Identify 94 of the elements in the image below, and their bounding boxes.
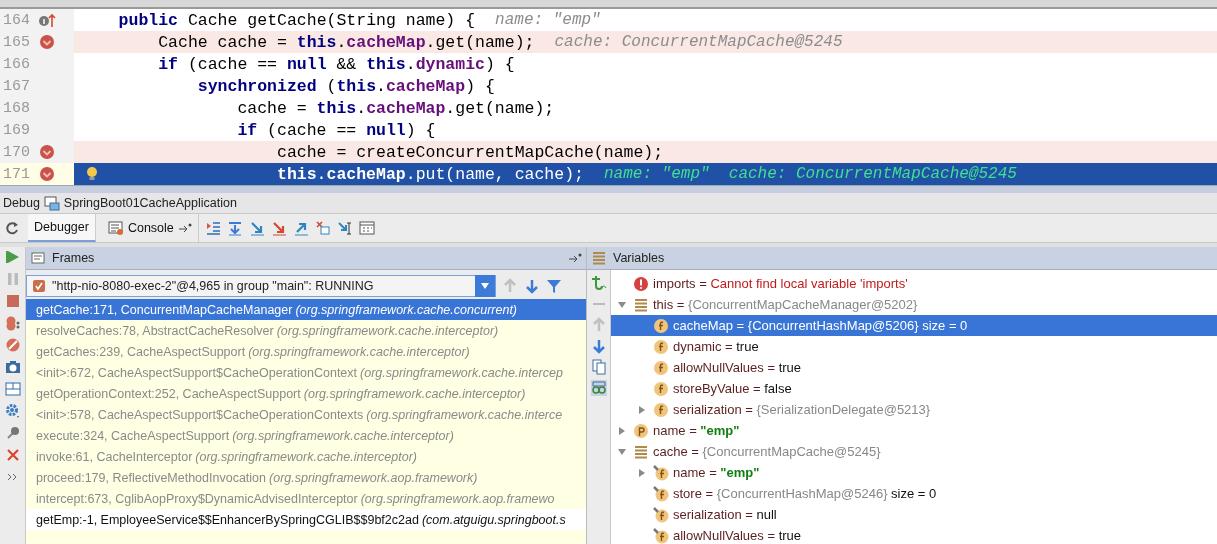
breakpoint-icon[interactable]	[39, 34, 55, 50]
field-icon	[653, 338, 669, 355]
line-number: 167	[2, 77, 30, 95]
field-icon	[653, 317, 669, 334]
stop-icon[interactable]	[4, 293, 21, 309]
console-icon	[107, 220, 124, 236]
final-field-icon	[653, 464, 669, 481]
code-line: if (cache == null && this.dynamic) {	[158, 54, 515, 74]
variable-row[interactable]: storeByValue = false	[611, 378, 1217, 399]
implements-marker-icon[interactable]	[38, 12, 56, 28]
code-line: Cache cache = this.cacheMap.get(name);	[158, 32, 535, 52]
settings-icon[interactable]	[4, 403, 21, 419]
line-number: 164	[2, 11, 30, 29]
line-number: 171	[2, 165, 30, 183]
collapse-arrow-icon[interactable]	[617, 446, 627, 457]
variable-row[interactable]: name = "emp"	[611, 462, 1217, 483]
variable-row[interactable]: cacheMap = {ConcurrentHashMap@5206} size = 0	[611, 315, 1217, 336]
code-line: public Cache getCache(String name) {	[118, 10, 476, 30]
variable-row[interactable]: serialization = {SerializationDelegate@5213}	[611, 399, 1217, 420]
panel-title: Variables	[613, 251, 665, 265]
parameter-icon	[633, 422, 649, 439]
list-icon	[633, 296, 649, 313]
pin-icon[interactable]	[177, 223, 192, 233]
line-number: 170	[2, 143, 30, 161]
inline-value-hint: name: "emp" cache: ConcurrentMapCache@5245	[603, 165, 1017, 183]
line-number: 166	[2, 55, 30, 73]
variable-row[interactable]: dynamic = true	[611, 336, 1217, 357]
breakpoint-icon[interactable]	[39, 166, 55, 182]
panel-title: Frames	[52, 251, 95, 265]
code-line: synchronized (this.cacheMap) {	[197, 76, 495, 96]
expand-arrow-icon[interactable]	[637, 404, 647, 415]
run-config-icon	[43, 195, 60, 211]
lightbulb-icon[interactable]	[86, 166, 98, 182]
stack-frame[interactable]: getEmp:-1, EmployeeService$$EnhancerBySpringCGLIB$$9bf2c2ad (com.atguigu.springboot.s	[26, 509, 586, 530]
code-line: cache = this.cacheMap.get(name);	[237, 98, 555, 118]
run-to-cursor-icon[interactable]	[336, 220, 353, 236]
resume-icon[interactable]	[4, 249, 21, 265]
down-arrow-icon[interactable]	[524, 278, 540, 294]
down-arrow-icon[interactable]	[590, 338, 607, 354]
breakpoint-icon[interactable]	[39, 144, 55, 160]
code-line: this.cacheMap.put(name, cache);	[277, 164, 584, 184]
variable-row[interactable]: allowNullValues = true	[611, 525, 1217, 544]
code-line: cache = createConcurrentMapCache(name);	[277, 142, 664, 162]
copy-icon[interactable]	[590, 359, 607, 375]
glasses-icon[interactable]	[590, 380, 607, 396]
view-breakpoints-icon[interactable]	[4, 315, 21, 331]
stack-frame[interactable]: getCache:171, ConcurrentMapCacheManager (org.springframework.cache.concurrent)	[26, 299, 586, 320]
caret-icon	[480, 282, 490, 290]
tab[interactable]: Console	[101, 214, 199, 242]
pin-icon[interactable]	[568, 253, 582, 263]
variable-row[interactable]: allowNullValues = true	[611, 357, 1217, 378]
collapse-arrow-icon[interactable]	[617, 299, 627, 310]
layout-icon[interactable]	[4, 381, 21, 397]
code-line: if (cache == null) {	[237, 120, 436, 140]
tab[interactable]: Debugger	[28, 214, 96, 242]
mute-breakpoints-icon[interactable]	[4, 337, 21, 353]
step-into-icon[interactable]	[248, 220, 265, 236]
error-icon	[633, 275, 649, 292]
variable-row[interactable]: serialization = null	[611, 504, 1217, 525]
line-number: 165	[2, 33, 30, 51]
evaluate-icon[interactable]	[358, 220, 375, 236]
list-icon	[633, 443, 649, 460]
force-step-into-icon[interactable]	[270, 220, 287, 236]
filter-icon[interactable]	[546, 278, 562, 294]
add-watch-icon[interactable]	[590, 275, 607, 291]
step-out-icon[interactable]	[292, 220, 309, 236]
final-field-icon	[653, 506, 669, 523]
expand-arrow-icon[interactable]	[637, 467, 647, 478]
field-icon	[653, 401, 669, 418]
variable-row[interactable]: imports = Cannot find local variable 'imports'	[611, 273, 1217, 294]
debug-label: Debug	[3, 196, 40, 210]
field-icon	[653, 359, 669, 376]
field-icon	[653, 380, 669, 397]
run-configuration-name[interactable]: SpringBoot01CacheApplication	[63, 196, 237, 210]
camera-icon[interactable]	[4, 359, 21, 375]
list-icon	[591, 250, 607, 266]
inline-value-hint: name: "emp"	[495, 11, 601, 29]
line-number: 169	[2, 121, 30, 139]
variable-row[interactable]: this = {ConcurrentMapCacheManager@5202}	[611, 294, 1217, 315]
variable-row[interactable]: cache = {ConcurrentMapCache@5245}	[611, 441, 1217, 462]
variable-row[interactable]: name = "emp"	[611, 420, 1217, 441]
step-over-icon[interactable]	[226, 220, 243, 236]
line-number: 168	[2, 99, 30, 117]
expand-arrow-icon[interactable]	[617, 425, 627, 436]
final-field-icon	[653, 527, 669, 544]
horizontal-scrollbar[interactable]	[0, 185, 1217, 193]
drop-frame-icon[interactable]	[314, 220, 331, 236]
variable-row[interactable]: store = {ConcurrentHashMap@5246} size = 0	[611, 483, 1217, 504]
show-execution-point-icon[interactable]	[204, 220, 221, 236]
thread-dropdown[interactable]: "http-nio-8080-exec-2"@4,965 in group "main": RUNNING	[26, 275, 496, 297]
frames-icon	[30, 250, 46, 266]
close-icon[interactable]	[4, 447, 21, 463]
final-field-icon	[653, 485, 669, 502]
inline-value-hint: cache: ConcurrentMapCache@5245	[554, 33, 843, 51]
